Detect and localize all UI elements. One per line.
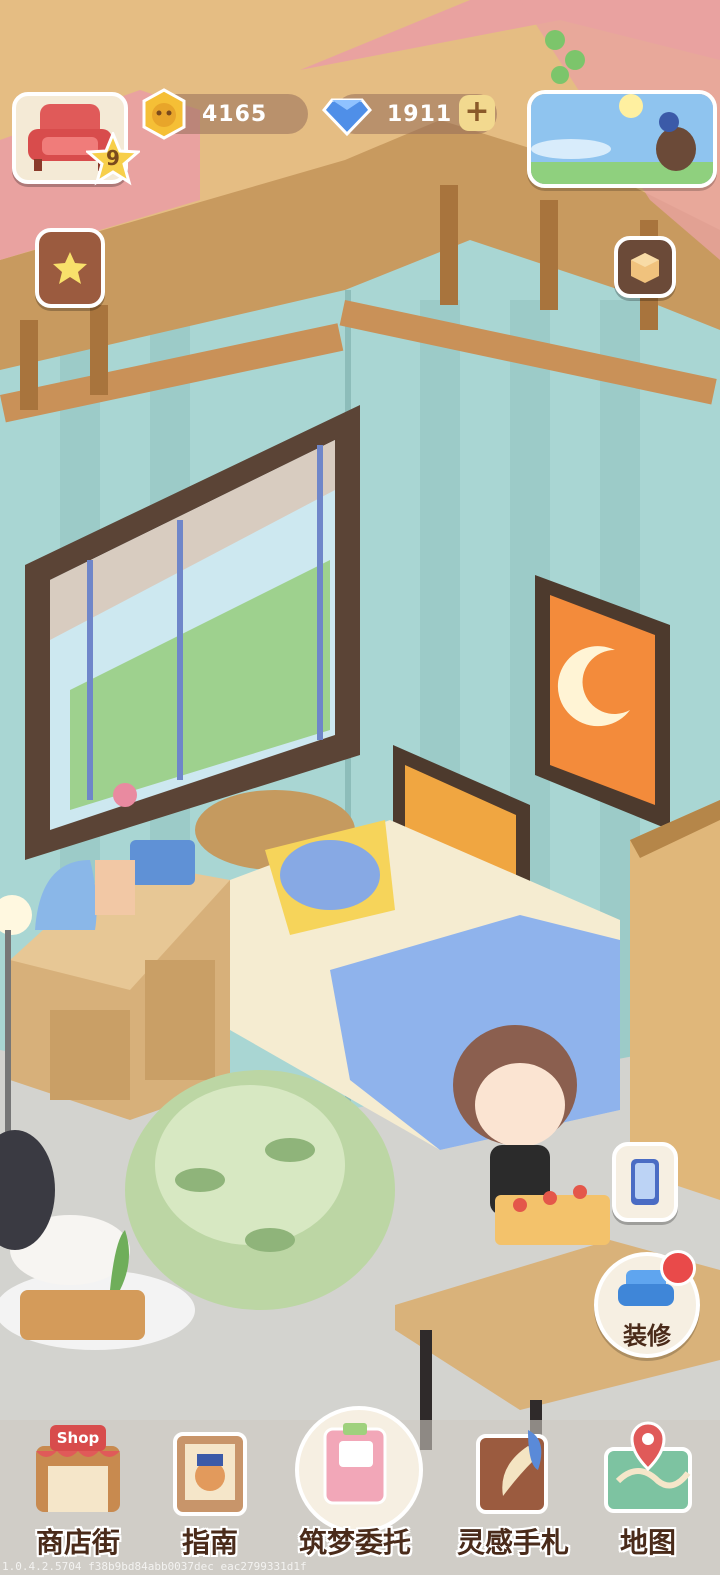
nav-guide-label: 指南 [181,1526,238,1559]
quill-book-icon [476,1430,548,1514]
nav-shop-street[interactable]: Shop 商店街 [18,1421,138,1561]
nav-map-label: 地图 [619,1526,676,1559]
nav-dream-commission[interactable]: 筑梦委托 [290,1406,423,1561]
outdoor-preview-icon [531,94,713,184]
notebook-icon [323,1423,387,1505]
star-book-icon [53,252,87,284]
game-scene: 9 4165 1911 + 装修 Shop 商店街 指南 筑梦委托 灵感手札 地… [0,0,720,1575]
nav-dream-commission-label: 筑梦委托 [298,1526,411,1559]
phone-icon [631,1159,659,1205]
photo-mode-button[interactable] [612,1142,678,1222]
level-number: 9 [106,146,120,170]
storage-box-button[interactable] [614,236,676,298]
nav-guide[interactable]: 指南 [150,1421,270,1561]
nav-map[interactable]: 地图 [588,1421,708,1561]
guide-book-icon [173,1432,247,1516]
nav-shop-street-label: 商店街 [35,1526,120,1559]
coin-amount: 4165 [202,101,268,127]
add-gems-button[interactable]: + [459,95,495,131]
scene-preview-button[interactable] [527,90,717,188]
book-star-button[interactable] [35,228,105,308]
map-icon [604,1421,692,1513]
diamond-icon [322,98,372,137]
coin-icon [142,88,186,140]
nav-inspiration-notebook[interactable]: 灵感手札 [448,1421,578,1561]
level-star-badge: 9 [86,132,140,186]
box-icon [631,253,659,283]
build-id: 1.0.4.2.5704 f38b9bd84abb0037dec eac2799… [2,1560,307,1573]
shop-sign-text: Shop [56,1429,100,1447]
notification-dot [660,1250,696,1286]
nav-inspiration-notebook-label: 灵感手札 [456,1526,569,1559]
gem-amount: 1911 [387,101,453,127]
decorate-label: 装修 [623,1322,671,1350]
